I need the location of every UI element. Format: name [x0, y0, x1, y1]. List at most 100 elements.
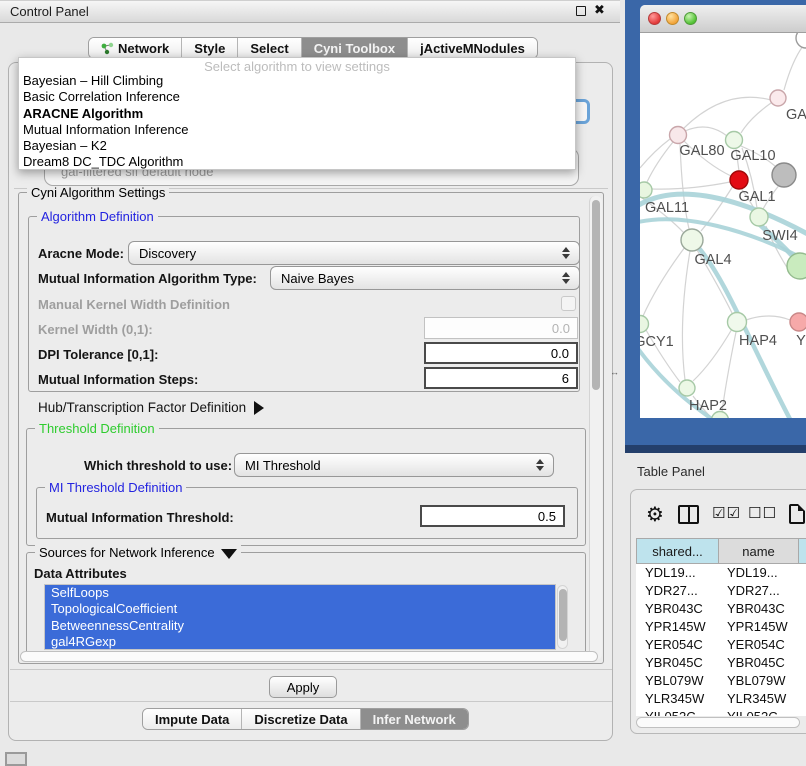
export-table-icon[interactable] [789, 504, 805, 524]
network-node-swi4[interactable] [750, 208, 768, 226]
algorithm-option[interactable]: Bayesian – K2 [19, 138, 575, 154]
which-threshold-combobox[interactable]: MI Threshold [234, 453, 554, 477]
tab-infer-network[interactable]: Infer Network [361, 709, 468, 729]
column-header[interactable]: A [798, 538, 806, 564]
algorithm-option[interactable]: Dream8 DC_TDC Algorithm [19, 154, 575, 170]
network-graph[interactable]: GALGAL80GAL10GAL1GAL11SWI4GAL4GCY1HAP4YH… [640, 33, 806, 418]
mac-close-button[interactable] [648, 12, 661, 25]
table-row[interactable]: YBR045CYBR045C9. [636, 654, 806, 672]
hub-section-toggle[interactable]: Hub/Transcription Factor Definition [38, 400, 264, 415]
network-edge[interactable] [652, 182, 730, 189]
apply-button[interactable]: Apply [269, 676, 337, 698]
network-node[interactable] [772, 163, 796, 187]
mac-minimize-button[interactable] [666, 12, 679, 25]
data-attributes-list[interactable]: SelfLoopsTopologicalCoefficientBetweenne… [44, 584, 556, 650]
network-edge[interactable] [640, 139, 670, 168]
select-all-checkboxes-icon[interactable]: ☑☑ [712, 504, 741, 522]
tab-label: Network [118, 41, 169, 56]
dpi-tolerance-value: 0.0 [551, 346, 569, 361]
control-panel-tabs: Network StyleSelect Cyni Toolbox jActiveMNo… [88, 37, 538, 59]
network-edge[interactable] [693, 329, 732, 381]
attributes-list-scrollbar[interactable] [557, 585, 568, 649]
settings-vertical-scrollbar[interactable] [589, 196, 602, 660]
mi-type-combobox[interactable]: Naive Bayes [270, 266, 580, 290]
attribute-list-item[interactable]: BetweennessCentrality [45, 618, 555, 634]
algorithm-option[interactable]: ARACNE Algorithm [19, 106, 575, 122]
tab-label: Cyni Toolbox [314, 41, 395, 56]
attributes-scrollbar-thumb[interactable] [559, 589, 567, 641]
aracne-mode-value: Discovery [139, 246, 196, 261]
tab-jactivemnodules[interactable]: jActiveMNodules [408, 38, 537, 58]
network-edge[interactable] [746, 316, 790, 320]
tab-impute-data[interactable]: Impute Data [143, 709, 242, 729]
network-node-gal10[interactable] [726, 132, 743, 149]
column-header[interactable]: shared... [636, 538, 718, 564]
network-edge[interactable] [741, 103, 771, 133]
network-node-gal11[interactable] [640, 182, 652, 198]
network-node-gal4[interactable] [681, 229, 703, 251]
table-cell: YPR145W [718, 618, 798, 636]
aracne-mode-combobox[interactable]: Discovery [128, 241, 580, 265]
tab-cyni-toolbox[interactable]: Cyni Toolbox [302, 38, 408, 58]
table-row[interactable]: YDR27...YDR27...12 [636, 582, 806, 600]
algorithm-option[interactable]: Basic Correlation Inference [19, 89, 575, 105]
network-node-y[interactable] [790, 313, 806, 331]
network-node-gal80[interactable] [670, 127, 687, 144]
network-node-hap4[interactable] [728, 313, 747, 332]
gear-icon[interactable]: ⚙ [646, 502, 664, 527]
table-row[interactable]: YDL19...YDL19...13 [636, 564, 806, 582]
table-row[interactable]: YBR043CYBR043C [636, 600, 806, 618]
table-panel-title: Table Panel [637, 464, 705, 479]
network-window-titlebar[interactable] [640, 5, 806, 33]
table-cell: YIL052C [636, 708, 718, 716]
float-window-icon[interactable] [576, 6, 586, 16]
table-header: shared...nameA [636, 538, 806, 564]
mac-zoom-button[interactable] [684, 12, 697, 25]
clear-all-checkboxes-icon[interactable]: ☐☐ [748, 504, 777, 522]
table-row[interactable]: YBL079WYBL079W [636, 672, 806, 690]
table-row[interactable]: YER054CYER054C8. [636, 636, 806, 654]
network-view-window: GALGAL80GAL10GAL1GAL11SWI4GAL4GCY1HAP4YH… [640, 5, 806, 418]
attribute-list-item[interactable]: TopologicalCoefficient [45, 601, 555, 617]
sources-group-title[interactable]: Sources for Network Inference [35, 545, 241, 560]
network-edge[interactable] [647, 142, 673, 182]
node-label: GAL11 [645, 200, 689, 216]
network-node-gcy1[interactable] [640, 316, 649, 333]
node-label: SWI4 [762, 228, 797, 244]
settings-scrollbar-thumb[interactable] [592, 200, 600, 390]
table-row[interactable]: YLR345WYLR345W9. [636, 690, 806, 708]
network-node-gal1[interactable] [730, 171, 748, 189]
network-node[interactable] [796, 33, 806, 48]
tab-select[interactable]: Select [238, 38, 301, 58]
network-node[interactable] [787, 253, 806, 279]
expanded-arrow-icon[interactable] [221, 549, 237, 559]
close-icon[interactable]: ✖ [594, 2, 605, 18]
network-edge[interactable] [784, 46, 803, 90]
algorithm-option[interactable]: Bayesian – Hill Climbing [19, 73, 575, 89]
dpi-tolerance-field[interactable]: 0.0 [424, 342, 578, 364]
attribute-list-item[interactable]: SelfLoops [45, 585, 555, 601]
mi-threshold-field[interactable]: 0.5 [420, 505, 565, 527]
partial-toolbar-icon [5, 752, 27, 766]
kernel-width-field[interactable]: 0.0 [424, 317, 578, 339]
algorithm-option[interactable]: Mutual Information Inference [19, 122, 575, 138]
attribute-list-item[interactable]: gal4RGexp [45, 634, 555, 650]
mi-steps-field[interactable]: 6 [424, 367, 578, 389]
table-row[interactable]: YPR145WYPR145W9. [636, 618, 806, 636]
tab-discretize-data[interactable]: Discretize Data [242, 709, 360, 729]
collapsed-arrow-icon[interactable] [254, 401, 264, 415]
network-node-gal[interactable] [770, 90, 786, 106]
network-edge[interactable] [685, 127, 727, 136]
network-node-hap2[interactable] [679, 380, 695, 396]
network-edge[interactable] [643, 247, 685, 316]
column-header[interactable]: name [718, 538, 798, 564]
cyni-algorithm-settings-title: Cyni Algorithm Settings [27, 185, 169, 200]
network-edge[interactable] [682, 251, 690, 380]
table-row[interactable]: YIL052CYIL052C0. [636, 708, 806, 716]
tab-network[interactable]: Network [89, 38, 182, 58]
manual-kernel-checkbox[interactable] [561, 296, 576, 311]
settings-horizontal-scrollbar[interactable] [20, 651, 598, 662]
split-columns-icon[interactable] [678, 505, 699, 524]
tab-style[interactable]: Style [182, 38, 238, 58]
table-horizontal-scrollbar[interactable] [636, 717, 800, 728]
